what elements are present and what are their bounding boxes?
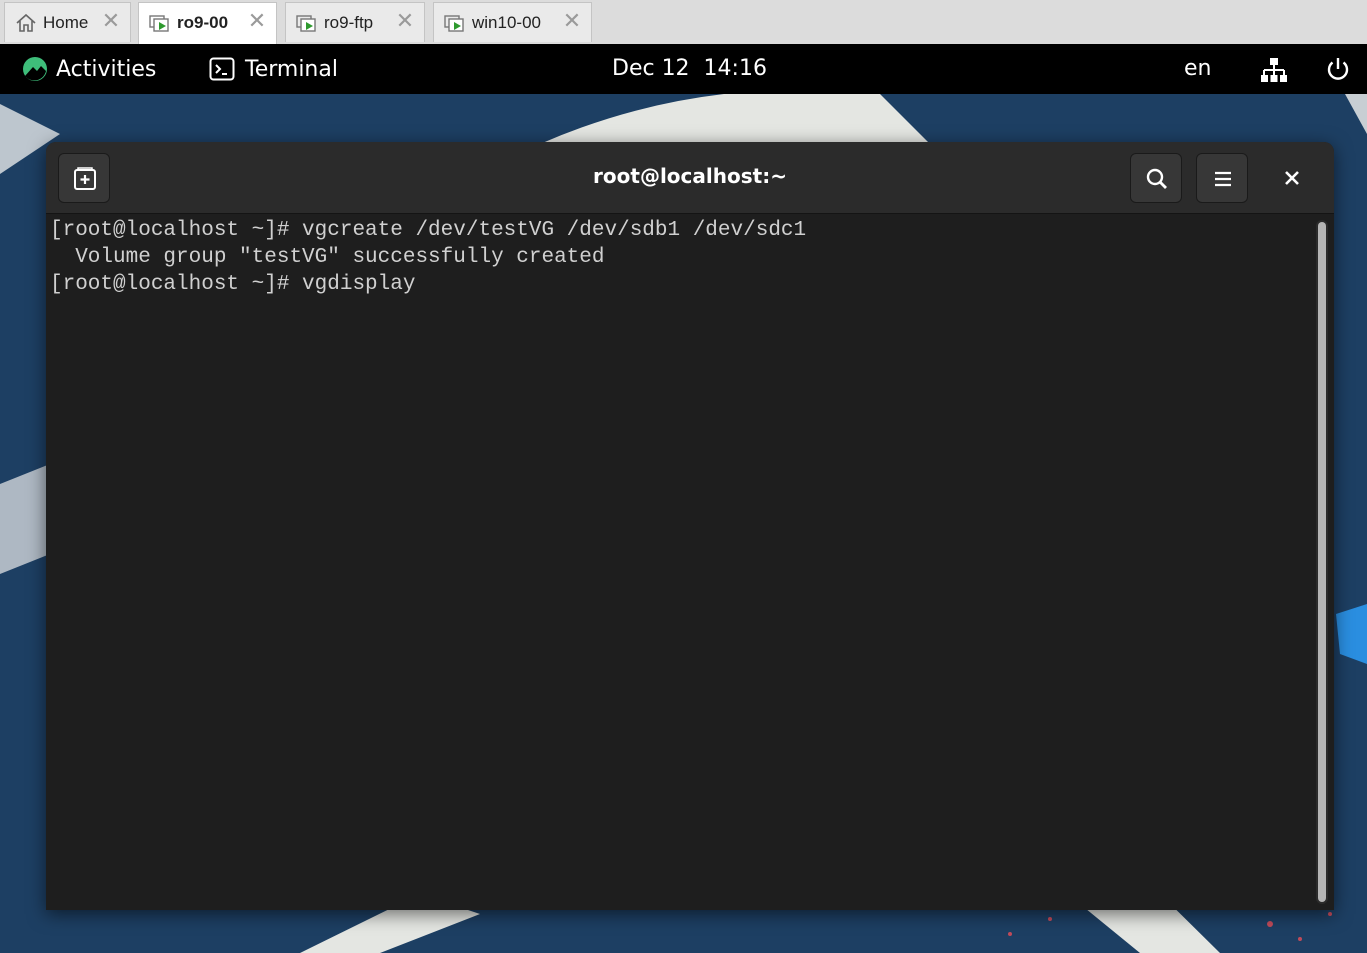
terminal-line: Volume group "testVG" successfully creat… [50, 246, 605, 269]
scrollbar-thumb[interactable] [1318, 222, 1326, 902]
search-button[interactable] [1130, 153, 1182, 203]
terminal-scrollbar[interactable] [1316, 220, 1328, 904]
vm-tab-label: ro9-ftp [324, 13, 374, 32]
terminal-output[interactable]: [root@localhost ~]# vgcreate /dev/testVG… [46, 214, 1312, 910]
vm-tab-home[interactable]: Home ✕ [4, 2, 131, 42]
app-menu-label: Terminal [245, 56, 338, 82]
vm-tab-ro9-ftp[interactable]: ro9-ftp ✕ [285, 2, 425, 42]
vm-tab-label: ro9-00 [177, 13, 229, 32]
activities-button[interactable]: Activities [22, 54, 156, 84]
activities-label: Activities [56, 56, 157, 82]
vm-running-icon [296, 15, 316, 32]
window-close-button[interactable] [1278, 164, 1306, 192]
search-icon [1146, 168, 1167, 189]
terminal-icon [209, 57, 235, 81]
terminal-line: [root@localhost ~]# vgcreate /dev/testVG… [50, 219, 807, 242]
main-menu-button[interactable] [1196, 153, 1248, 203]
clock[interactable]: Dec 12 14:16 [612, 54, 767, 84]
vm-tab-strip: Home ✕ ro9-00 ✕ ro9-ftp ✕ win10-00 ✕ [0, 0, 1367, 45]
close-icon[interactable]: ✕ [246, 10, 268, 32]
terminal-window: root@localhost:~ [root@localhost ~]# vgc… [46, 142, 1334, 910]
close-icon[interactable]: ✕ [100, 10, 122, 32]
gnome-top-bar: Activities Terminal Dec 12 14:16 en [0, 44, 1367, 94]
vm-running-icon [149, 15, 169, 32]
power-icon[interactable] [1324, 55, 1352, 83]
vm-tab-ro9-00[interactable]: ro9-00 ✕ [138, 2, 277, 44]
terminal-line: [root@localhost ~]# vgdisplay [50, 273, 416, 296]
vm-running-icon [444, 15, 464, 32]
terminal-headerbar: root@localhost:~ [46, 142, 1334, 214]
keyboard-layout-indicator[interactable]: en [1184, 54, 1211, 84]
vm-tab-label: win10-00 [472, 13, 541, 32]
vm-tab-win10-00[interactable]: win10-00 ✕ [433, 2, 592, 42]
home-icon [16, 13, 36, 32]
rocky-logo-icon [23, 57, 47, 81]
hamburger-menu-icon [1215, 171, 1231, 187]
network-wired-icon[interactable] [1260, 56, 1288, 84]
vm-tab-label: Home [43, 13, 89, 32]
close-icon[interactable]: ✕ [394, 10, 416, 32]
close-icon [1285, 171, 1299, 185]
close-icon[interactable]: ✕ [561, 10, 583, 32]
app-menu-terminal[interactable]: Terminal [209, 54, 338, 84]
